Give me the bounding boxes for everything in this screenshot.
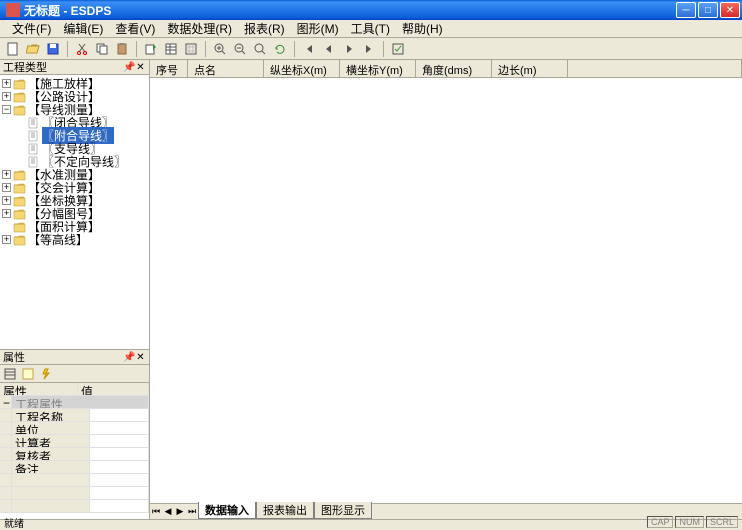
expand-icon[interactable]: + [2,170,11,179]
column-header[interactable]: 序号 [150,60,188,78]
column-header[interactable]: 纵坐标X(m) [264,60,340,78]
zoomin-button[interactable] [211,40,229,58]
zoomfit-button[interactable] [251,40,269,58]
close-pane-icon[interactable]: ✕ [135,62,146,73]
close-button[interactable]: ✕ [720,2,740,18]
column-header[interactable]: 角度(dms) [416,60,492,78]
status-cap: CAP [647,516,674,528]
new-button[interactable] [4,40,22,58]
prop-value[interactable] [90,422,149,435]
column-header[interactable]: 横坐标Y(m) [340,60,416,78]
prop-pane-header: 属性 📌 ✕ [0,350,149,365]
cut-button[interactable] [73,40,91,58]
tree-item[interactable]: + 【等高线】 [0,233,149,246]
minimize-button[interactable]: ─ [676,2,696,18]
tab-next-icon[interactable]: ▶ [174,505,186,519]
prop-value[interactable] [90,448,149,461]
project-tree[interactable]: +【施工放样】+【公路设计】−【导线测量】〖闭合导线〗〖附合导线〗〖支导线〗〖不… [0,75,149,349]
tab-last-icon[interactable]: ⏭ [186,505,198,519]
prop-key: 计算者 [12,435,90,448]
expand-icon[interactable]: + [2,183,11,192]
expand-icon[interactable]: + [2,79,11,88]
last-button[interactable] [360,40,378,58]
zoomout-button[interactable] [231,40,249,58]
expand-icon[interactable]: − [2,105,11,114]
tab[interactable]: 报表输出 [256,502,314,519]
prop-key: 备注 [12,461,90,474]
categorized-icon[interactable] [3,367,17,381]
menu-graph[interactable]: 图形(M) [291,19,345,38]
pin-icon[interactable]: 📌 [124,352,135,363]
close-pane-icon[interactable]: ✕ [135,352,146,363]
prop-header-val: 值 [78,383,149,396]
menu-report[interactable]: 报表(R) [238,19,291,38]
prop-header-key: 属性 [0,383,78,396]
status-scrl: SCRL [706,516,738,528]
tree-label[interactable]: 【等高线】 [28,231,88,248]
menu-file[interactable]: 文件(F) [6,19,57,38]
window-title: 无标题 - ESDPS [24,2,676,19]
pin-icon[interactable]: 📌 [124,62,135,73]
export-button[interactable] [142,40,160,58]
menu-tool[interactable]: 工具(T) [345,19,396,38]
expand-icon[interactable]: + [2,209,11,218]
first-button[interactable] [300,40,318,58]
next-button[interactable] [340,40,358,58]
prop-pane-title: 属性 [3,349,124,365]
maximize-button[interactable]: □ [698,2,718,18]
prop-key: 单位 [12,422,90,435]
column-header[interactable]: 边长(m) [492,60,568,78]
tab-first-icon[interactable]: ⏮ [150,505,162,519]
property-table[interactable]: 属性值 −工程属性工程名称单位计算者复核者备注 [0,383,149,519]
column-header[interactable] [568,60,742,78]
prop-value[interactable] [90,409,149,422]
prop-key: 工程名称 [12,409,90,422]
refresh-button[interactable] [271,40,289,58]
expand-icon[interactable]: + [2,235,11,244]
grid-button[interactable] [182,40,200,58]
prop-value[interactable] [90,435,149,448]
column-header[interactable]: 点名 [188,60,264,78]
app-icon [6,3,20,17]
tab[interactable]: 图形显示 [314,502,372,519]
paste-button[interactable] [113,40,131,58]
menu-edit[interactable]: 编辑(E) [57,19,109,38]
menu-data[interactable]: 数据处理(R) [161,19,238,38]
copy-button[interactable] [93,40,111,58]
toolbar [0,38,742,60]
alphabetical-icon[interactable] [21,367,35,381]
tree-pane-title: 工程类型 [3,59,124,75]
prop-value[interactable] [90,461,149,474]
titlebar: 无标题 - ESDPS ─ □ ✕ [0,0,742,20]
lightning-icon[interactable] [39,367,53,381]
prop-toolbar [0,365,149,383]
check-button[interactable] [389,40,407,58]
menu-view[interactable]: 查看(V) [109,19,161,38]
prop-key: 复核者 [12,448,90,461]
menu-help[interactable]: 帮助(H) [396,19,449,38]
prev-button[interactable] [320,40,338,58]
save-button[interactable] [44,40,62,58]
expand-icon[interactable]: + [2,92,11,101]
tab[interactable]: 数据输入 [198,502,256,519]
status-num: NUM [675,516,704,528]
open-button[interactable] [24,40,42,58]
table-button[interactable] [162,40,180,58]
tree-pane-header: 工程类型 📌 ✕ [0,60,149,75]
tab-prev-icon[interactable]: ◀ [162,505,174,519]
status-ready: 就绪 [4,515,24,530]
menubar: 文件(F) 编辑(E) 查看(V) 数据处理(R) 报表(R) 图形(M) 工具… [0,20,742,38]
prop-category: 工程属性 [12,396,149,409]
collapse-icon[interactable]: − [0,396,12,409]
data-grid[interactable]: 序号点名纵坐标X(m)横坐标Y(m)角度(dms)边长(m) [150,60,742,503]
expand-icon[interactable]: + [2,196,11,205]
